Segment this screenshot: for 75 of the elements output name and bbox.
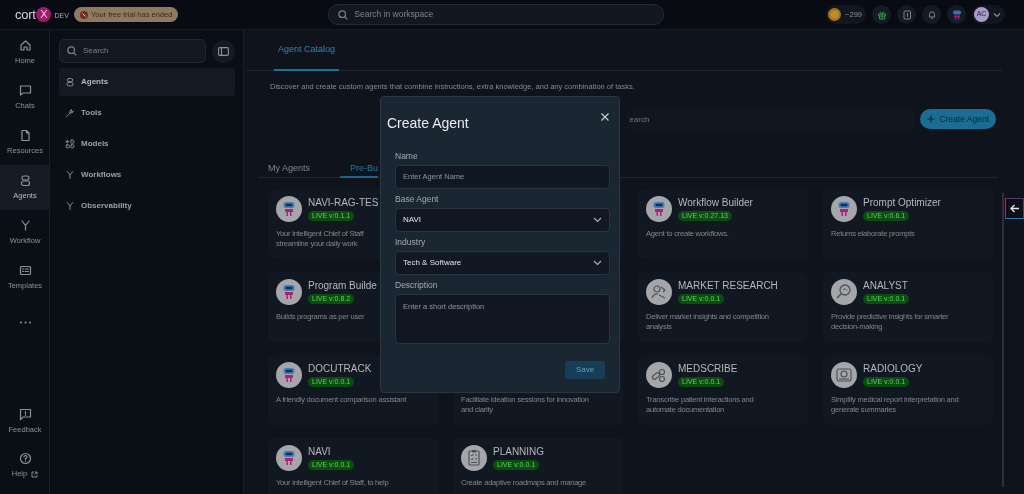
sidebar-item[interactable]: Tools bbox=[59, 99, 235, 127]
tab[interactable]: Pre-Bu bbox=[340, 162, 379, 178]
logo-mark: X bbox=[36, 7, 52, 22]
agent-title: MEDSCRIBE bbox=[678, 362, 738, 375]
agent-title: RADIOLOGY bbox=[863, 362, 923, 375]
field-label: Base Agent bbox=[395, 193, 440, 205]
collapse-button[interactable] bbox=[1005, 198, 1024, 219]
chevron-down-icon bbox=[593, 259, 602, 266]
scanner-icon bbox=[831, 361, 857, 388]
robot-icon bbox=[65, 77, 75, 87]
close-icon bbox=[600, 112, 610, 122]
field-label: Description bbox=[395, 279, 439, 291]
chevron-down-icon bbox=[593, 216, 602, 223]
robot-icon bbox=[276, 195, 302, 222]
notebook-icon bbox=[901, 9, 912, 20]
alert-icon bbox=[79, 10, 88, 19]
agent-title: NAVI-RAG-TES bbox=[308, 196, 379, 209]
select-field[interactable]: Tech & Software bbox=[395, 250, 610, 275]
search-field[interactable]: earch bbox=[627, 109, 916, 132]
search-field[interactable]: Search in workspace bbox=[328, 4, 665, 25]
sidebar-item[interactable]: Models bbox=[59, 130, 235, 158]
fork-icon bbox=[65, 201, 75, 211]
sidebar-item[interactable]: Observability bbox=[59, 192, 235, 220]
search-icon bbox=[338, 9, 349, 20]
people-chart-icon bbox=[646, 278, 672, 305]
notifications-button[interactable] bbox=[922, 5, 941, 24]
agent-title: ANALYST bbox=[863, 279, 909, 292]
home-icon bbox=[18, 38, 32, 52]
tab[interactable]: My Agents bbox=[258, 162, 321, 178]
template-icon bbox=[18, 263, 32, 277]
fork-icon bbox=[65, 170, 75, 180]
help-icon bbox=[18, 452, 32, 466]
robot-icon bbox=[276, 444, 302, 471]
robot-icon bbox=[276, 361, 302, 388]
field-label: Name bbox=[395, 150, 419, 162]
arrow-left-icon bbox=[1009, 204, 1020, 213]
notes-button[interactable] bbox=[897, 5, 916, 24]
chevron-down-icon bbox=[993, 11, 1001, 18]
coin-icon bbox=[828, 8, 842, 21]
clipboard-icon bbox=[461, 444, 487, 471]
robot-icon bbox=[831, 195, 857, 222]
pills-icon bbox=[646, 361, 672, 388]
robot-icon bbox=[18, 173, 32, 187]
dialog-title: Create Agent bbox=[387, 115, 469, 131]
tab[interactable]: Agent Catalog bbox=[274, 30, 340, 71]
agent-title: Prompt Optimizer bbox=[863, 196, 941, 209]
logo-text: cort bbox=[15, 5, 36, 24]
close-button[interactable] bbox=[600, 112, 610, 122]
robot-icon bbox=[646, 195, 672, 222]
field-label: Industry bbox=[395, 236, 427, 248]
panel-icon bbox=[218, 46, 230, 56]
gift-button[interactable] bbox=[872, 5, 891, 24]
search-icon bbox=[67, 46, 77, 56]
search-field[interactable]: Search bbox=[59, 39, 207, 63]
agent-title: Program Builde bbox=[308, 279, 377, 292]
agent-title: PLANNING bbox=[493, 445, 545, 458]
grid-icon bbox=[65, 139, 75, 149]
sidebar-item[interactable]: Workflows bbox=[59, 161, 235, 189]
agent-title: MARKET RESEARCH bbox=[678, 279, 778, 292]
plus-icon bbox=[927, 115, 936, 124]
agent-button[interactable] bbox=[947, 5, 966, 24]
robot-icon bbox=[276, 278, 302, 305]
external-link-icon bbox=[31, 470, 39, 478]
sidebar-item[interactable]: Agents bbox=[59, 68, 235, 96]
agent-title: DOCUTRACK bbox=[308, 362, 372, 375]
robot-icon bbox=[950, 8, 963, 21]
agent-title: Workflow Builder bbox=[678, 196, 753, 209]
document-icon bbox=[18, 128, 32, 142]
magnifier-icon bbox=[831, 278, 857, 305]
feedback-icon bbox=[18, 408, 32, 422]
select-field[interactable]: NAVI bbox=[395, 207, 610, 232]
agent-title: NAVI bbox=[308, 445, 332, 458]
bell-icon bbox=[926, 9, 937, 20]
sidebar-toggle-button[interactable] bbox=[212, 39, 235, 63]
chat-icon bbox=[18, 83, 32, 97]
